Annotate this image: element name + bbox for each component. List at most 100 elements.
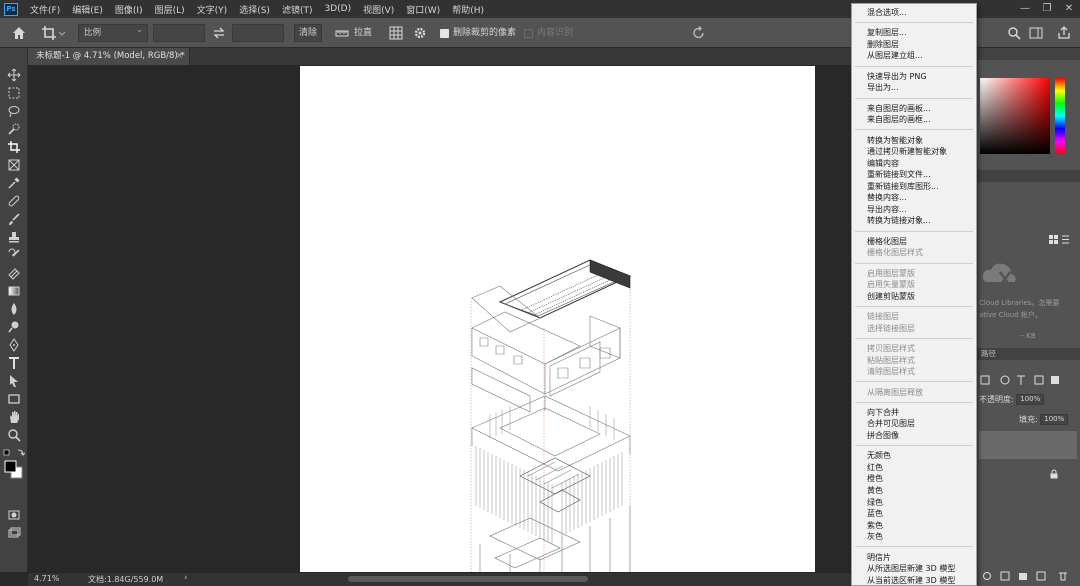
menu-entry[interactable]: 转换为链接对象...: [867, 215, 975, 227]
restore-button[interactable]: ❐: [1036, 0, 1058, 18]
minimize-button[interactable]: —: [1014, 0, 1036, 18]
type-tool-icon[interactable]: [7, 356, 21, 370]
status-arrow-icon[interactable]: ›: [184, 573, 188, 583]
menu-entry[interactable]: 灰色: [867, 531, 975, 543]
menu-entry[interactable]: 红色: [867, 462, 975, 474]
layers-footer-icons[interactable]: [979, 570, 1077, 582]
view-mode-icon[interactable]: [1047, 234, 1071, 246]
grid-overlay-icon[interactable]: [388, 24, 404, 42]
swap-colors-icon[interactable]: [3, 448, 25, 458]
search-icon[interactable]: [1006, 24, 1022, 42]
menu-entry[interactable]: 来自图层的画框...: [867, 114, 975, 126]
menu-entry[interactable]: 从所选图层新建 3D 模型: [867, 563, 975, 575]
hue-slider[interactable]: [1055, 78, 1065, 154]
menu-entry[interactable]: 重新链接到库图形...: [867, 181, 975, 193]
color-picker-field[interactable]: [980, 78, 1050, 154]
delete-cropped-checkbox[interactable]: [440, 29, 449, 38]
healing-brush-tool-icon[interactable]: [7, 194, 21, 208]
menu-window[interactable]: 窗口(W): [400, 3, 446, 16]
paths-tab[interactable]: 路径: [981, 348, 996, 359]
menu-entry[interactable]: 编辑内容: [867, 158, 975, 170]
fill-input[interactable]: 100%: [1040, 414, 1069, 425]
home-icon[interactable]: [10, 24, 28, 42]
ratio-height-input[interactable]: [232, 24, 284, 42]
menu-entry[interactable]: 快速导出为 PNG: [867, 71, 975, 83]
gear-icon[interactable]: [412, 24, 428, 42]
crop-tool-icon[interactable]: [7, 140, 21, 154]
menu-image[interactable]: 图像(I): [109, 3, 149, 16]
menu-entry[interactable]: 栅格化图层: [867, 236, 975, 248]
document-tab[interactable]: 未标题-1 @ 4.71% (Model, RGB/8) * ×: [28, 48, 190, 65]
brush-tool-icon[interactable]: [7, 212, 21, 226]
gradient-tool-icon[interactable]: [7, 284, 21, 298]
blur-tool-icon[interactable]: [7, 302, 21, 316]
menu-entry[interactable]: 橙色: [867, 473, 975, 485]
menu-entry[interactable]: 来自图层的画板...: [867, 103, 975, 115]
clone-stamp-tool-icon[interactable]: [7, 230, 21, 244]
swap-icon[interactable]: [211, 24, 227, 42]
zoom-level[interactable]: 4.71%: [34, 574, 59, 583]
quick-mask-icon[interactable]: [7, 508, 21, 522]
menu-entry[interactable]: 导出为...: [867, 82, 975, 94]
menu-entry[interactable]: 向下合并: [867, 407, 975, 419]
history-brush-tool-icon[interactable]: [7, 248, 21, 262]
eyedropper-tool-icon[interactable]: [7, 176, 21, 190]
menu-entry[interactable]: 紫色: [867, 520, 975, 532]
menu-entry[interactable]: 从当前选区新建 3D 模型: [867, 575, 975, 586]
workspace-icon[interactable]: [1028, 24, 1044, 42]
menu-edit[interactable]: 编辑(E): [66, 3, 109, 16]
menu-entry[interactable]: 导出内容...: [867, 204, 975, 216]
dodge-tool-icon[interactable]: [7, 320, 21, 334]
clear-button[interactable]: 清除: [294, 24, 322, 42]
lasso-tool-icon[interactable]: [7, 104, 21, 118]
canvas-area[interactable]: [28, 65, 974, 572]
ratio-select[interactable]: 比例: [78, 22, 148, 42]
layer-row[interactable]: [979, 431, 1077, 459]
path-selection-tool-icon[interactable]: [7, 374, 21, 388]
hand-tool-icon[interactable]: [7, 410, 21, 424]
menu-entry[interactable]: 黄色: [867, 485, 975, 497]
menu-entry[interactable]: 转换为智能对象: [867, 135, 975, 147]
menu-entry[interactable]: 替换内容...: [867, 192, 975, 204]
menu-layer[interactable]: 图层(L): [149, 3, 191, 16]
straighten-label[interactable]: 拉直: [354, 24, 372, 42]
menu-entry[interactable]: 明信片: [867, 552, 975, 564]
menu-view[interactable]: 视图(V): [357, 3, 400, 16]
tab-close-icon[interactable]: ×: [176, 48, 183, 65]
move-tool-icon[interactable]: [7, 68, 21, 82]
menu-entry[interactable]: 合并可见图层: [867, 418, 975, 430]
frame-tool-icon[interactable]: [7, 158, 21, 172]
crop-preset-icon[interactable]: [40, 24, 66, 42]
pen-tool-icon[interactable]: [7, 338, 21, 352]
straighten-icon[interactable]: [334, 24, 350, 42]
menu-entry[interactable]: 混合选项...: [867, 7, 975, 19]
menu-entry[interactable]: 重新链接到文件...: [867, 169, 975, 181]
layer-filter-icons[interactable]: [979, 374, 1075, 386]
ratio-width-input[interactable]: [153, 24, 205, 42]
menu-entry[interactable]: 删除图层: [867, 39, 975, 51]
horizontal-scrollbar[interactable]: [348, 576, 588, 582]
menu-entry[interactable]: 复制图层...: [867, 27, 975, 39]
document-canvas[interactable]: [300, 66, 815, 572]
menu-entry[interactable]: 创建剪贴蒙版: [867, 291, 975, 303]
share-icon[interactable]: [1056, 24, 1072, 42]
rectangle-tool-icon[interactable]: [7, 392, 21, 406]
menu-entry[interactable]: 从图层建立组...: [867, 50, 975, 62]
menu-entry[interactable]: 拼合图像: [867, 430, 975, 442]
content-aware-checkbox[interactable]: [524, 29, 533, 38]
menu-entry[interactable]: 蓝色: [867, 508, 975, 520]
menu-entry[interactable]: 通过拷贝新建智能对象: [867, 146, 975, 158]
zoom-tool-icon[interactable]: [7, 428, 21, 442]
eraser-tool-icon[interactable]: [7, 266, 21, 280]
menu-filter[interactable]: 滤镜(T): [276, 3, 319, 16]
quick-selection-tool-icon[interactable]: [7, 122, 21, 136]
screen-mode-icon[interactable]: [7, 526, 21, 540]
menu-type[interactable]: 文字(Y): [191, 3, 234, 16]
opacity-input[interactable]: 100%: [1016, 394, 1045, 405]
menu-entry[interactable]: 无颜色: [867, 450, 975, 462]
foreground-background-color-icon[interactable]: [3, 460, 25, 480]
menu-select[interactable]: 选择(S): [233, 3, 276, 16]
menu-3d[interactable]: 3D(D): [318, 4, 357, 14]
menu-file[interactable]: 文件(F): [24, 3, 66, 16]
menu-help[interactable]: 帮助(H): [446, 3, 490, 16]
